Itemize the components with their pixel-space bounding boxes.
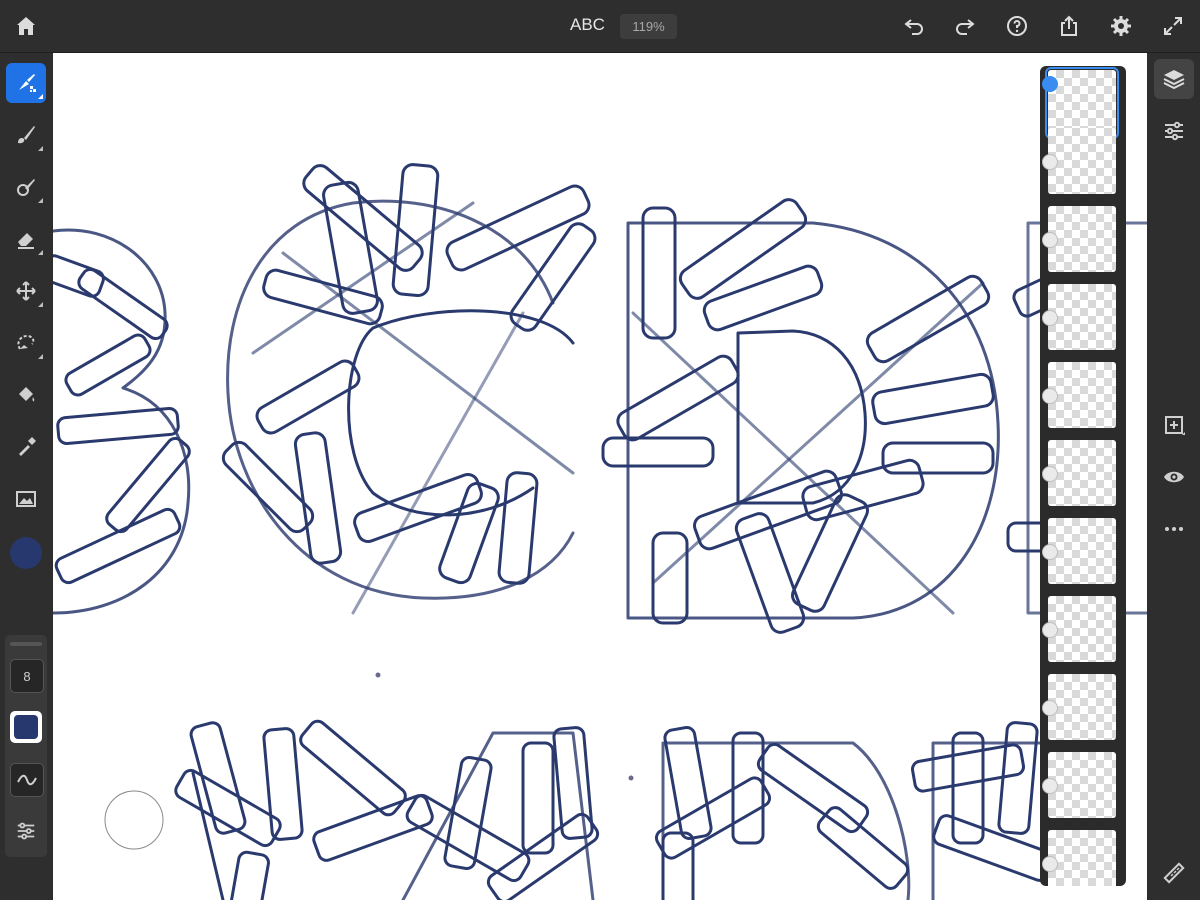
layer-drag-handle[interactable] <box>1042 856 1058 872</box>
lasso-icon <box>17 334 35 350</box>
layer-drag-handle[interactable] <box>1042 232 1058 248</box>
left-toolbar: 8 <box>0 53 52 900</box>
layer-thumbnail[interactable] <box>1045 67 1119 139</box>
layers-icon <box>1163 70 1185 90</box>
layer-thumbnail[interactable] <box>1048 206 1116 272</box>
layer-drag-handle[interactable] <box>1042 154 1058 170</box>
brush-smoothing-button[interactable] <box>10 763 44 797</box>
layer-thumbnail[interactable] <box>1048 128 1116 194</box>
brush-color-fill <box>14 715 38 739</box>
fullscreen-icon[interactable] <box>1157 10 1189 42</box>
help-icon[interactable] <box>1001 10 1033 42</box>
undo-icon[interactable] <box>898 10 930 42</box>
color-swatch-circle[interactable] <box>10 537 42 569</box>
fill-icon <box>19 387 35 402</box>
brush-size-value[interactable]: 8 <box>10 659 44 693</box>
layer-thumbnail[interactable] <box>1048 830 1116 886</box>
move-icon <box>16 281 36 301</box>
top-bar: ABC 119% <box>0 0 1200 53</box>
eyedropper-icon <box>19 437 36 456</box>
share-icon[interactable] <box>1053 10 1085 42</box>
layer-thumbnail[interactable] <box>1048 440 1116 506</box>
live-brush-icon <box>18 126 35 144</box>
layer-drag-handle[interactable] <box>1042 466 1058 482</box>
eyedropper-tool[interactable] <box>6 427 46 467</box>
layer-properties-icon <box>1165 121 1183 141</box>
layer-thumbnail[interactable] <box>1048 674 1116 740</box>
live-brush-tool[interactable] <box>6 115 46 155</box>
brush-options-button[interactable] <box>10 815 42 847</box>
pixel-brush-icon <box>19 74 36 92</box>
layer-thumbnail[interactable] <box>1048 596 1116 662</box>
brush-settings-panel: 8 <box>5 635 47 857</box>
size-slider[interactable] <box>10 642 42 646</box>
pixel-brush-tool[interactable] <box>6 63 46 103</box>
layer-thumbnail[interactable] <box>1048 362 1116 428</box>
add-layer-icon <box>1165 416 1185 435</box>
layer-drag-handle[interactable] <box>1042 310 1058 326</box>
move-tool[interactable] <box>6 271 46 311</box>
lasso-tool[interactable] <box>6 323 46 363</box>
document-title[interactable]: ABC <box>570 15 605 35</box>
layer-thumbnail[interactable] <box>1048 752 1116 818</box>
fill-tool[interactable] <box>6 375 46 415</box>
more-icon <box>1165 527 1183 531</box>
layers-panel <box>1040 66 1126 886</box>
home-icon[interactable] <box>10 10 42 42</box>
brush-cursor <box>104 790 164 850</box>
layer-drag-handle[interactable] <box>1042 622 1058 638</box>
layer-thumbnail[interactable] <box>1048 284 1116 350</box>
settings-icon[interactable] <box>1105 10 1137 42</box>
layer-drag-handle[interactable] <box>1042 544 1058 560</box>
layer-properties-button[interactable] <box>1154 111 1194 151</box>
image-icon <box>16 491 36 507</box>
image-tool[interactable] <box>6 479 46 519</box>
brush-color-button[interactable] <box>10 711 42 743</box>
visibility-button[interactable] <box>1154 457 1194 497</box>
layer-drag-handle[interactable] <box>1042 76 1058 92</box>
layer-drag-handle[interactable] <box>1042 700 1058 716</box>
vector-brush-tool[interactable] <box>6 167 46 207</box>
layers-button[interactable] <box>1154 59 1194 99</box>
zoom-level[interactable]: 119% <box>620 14 677 39</box>
layer-thumbnail[interactable] <box>1048 518 1116 584</box>
layer-drag-handle[interactable] <box>1042 388 1058 404</box>
eraser-icon <box>18 233 34 249</box>
right-toolbar <box>1148 53 1200 900</box>
more-button[interactable] <box>1154 509 1194 549</box>
visibility-icon <box>1164 471 1184 483</box>
eraser-tool[interactable] <box>6 219 46 259</box>
add-layer-button[interactable] <box>1154 405 1194 445</box>
vector-brush-icon <box>17 179 35 196</box>
sketch-artwork <box>53 163 1147 900</box>
redo-icon[interactable] <box>949 10 981 42</box>
ruler-icon <box>1163 862 1185 884</box>
layer-drag-handle[interactable] <box>1042 778 1058 794</box>
drawing-canvas[interactable] <box>53 53 1147 900</box>
brush-options-icon <box>17 822 35 840</box>
ruler-button[interactable] <box>1154 853 1194 893</box>
wave-icon <box>17 774 37 786</box>
